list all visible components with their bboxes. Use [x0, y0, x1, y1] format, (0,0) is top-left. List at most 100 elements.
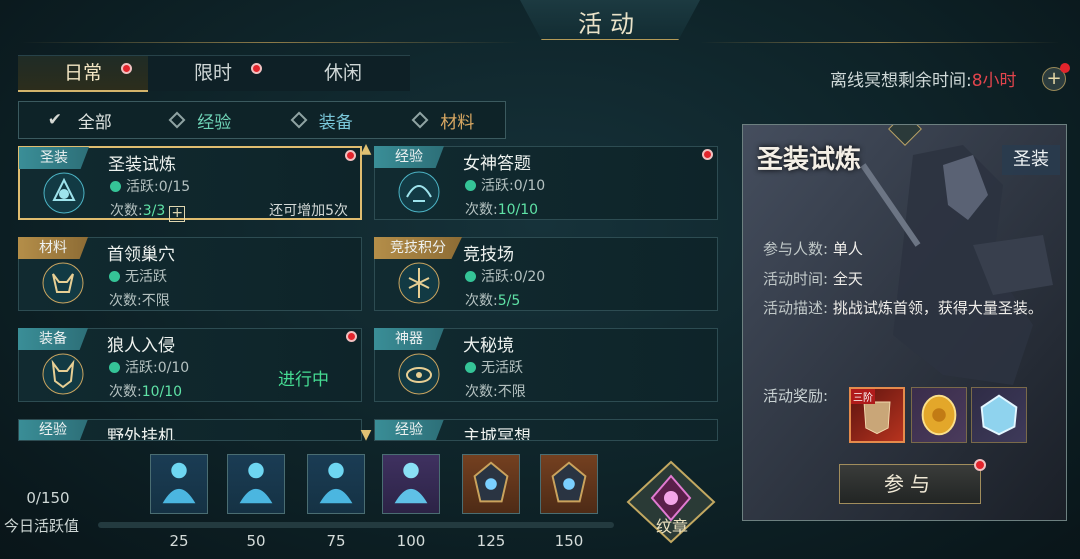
offline-meditation-timer: 离线冥想剩余时间:8小时	[830, 66, 1017, 91]
tab-label: 日常	[63, 62, 102, 84]
tab-limited[interactable]: 限时	[148, 56, 278, 92]
activity-card-city-meditation[interactable]: 经验 主城冥想	[374, 419, 718, 441]
reward-chest-100[interactable]	[382, 454, 440, 514]
activity-name: 圣装试炼	[108, 155, 176, 175]
activity-name: 狼人入侵	[107, 336, 175, 356]
gold-coin-icon	[921, 394, 957, 436]
eye-emblem-icon	[398, 353, 440, 395]
activity-card-field-afk[interactable]: 经验 野外挂机	[18, 419, 362, 441]
filter-material[interactable]: 材料	[384, 102, 506, 138]
activity-name: 首领巢穴	[107, 245, 175, 265]
plus-icon[interactable]: +	[1042, 63, 1070, 91]
activity-card-holy-trial[interactable]: 圣装 圣装试炼 活跃:0/15 次数:3/3 + 还可增加5次	[18, 146, 362, 222]
detail-type-badge: 圣装	[1002, 145, 1060, 175]
activity-times: 次数:5/5	[465, 293, 521, 309]
notification-dot	[1060, 63, 1070, 73]
milestone-label: 125	[476, 532, 506, 550]
join-button[interactable]: 参与	[839, 459, 986, 504]
reward-item-armor[interactable]: 三阶	[849, 387, 905, 443]
milestone-label: 100	[396, 532, 426, 550]
wolf-emblem-icon	[42, 353, 84, 395]
reward-item-gold-coin[interactable]	[911, 387, 967, 443]
filter-all[interactable]: ✔ 全部	[19, 102, 141, 138]
scroll-down-icon[interactable]: ▼	[356, 428, 376, 442]
activity-tag: 材料	[18, 237, 88, 259]
detail-time: 活动时间: 全天	[763, 270, 863, 288]
activity-points: 活跃:0/20	[465, 266, 545, 286]
arena-emblem-icon	[398, 262, 440, 304]
reward-chest-150[interactable]	[540, 454, 598, 514]
activity-dot-icon	[465, 180, 476, 191]
extra-times-note: 还可增加5次	[269, 203, 348, 219]
detail-description: 活动描述: 挑战试炼首领，获得大量圣装。	[763, 299, 1043, 317]
activity-card-werewolf-invasion[interactable]: 装备 狼人入侵 活跃:0/10 次数:10/10 进行中	[18, 328, 362, 402]
reward-chest-25[interactable]	[150, 454, 208, 514]
scroll-up-icon[interactable]: ▲	[356, 142, 376, 156]
tab-label: 休闲	[323, 62, 362, 84]
lion-emblem-icon	[43, 172, 85, 214]
join-button-label: 参与	[884, 472, 936, 496]
detail-reward-label: 活动奖励:	[763, 387, 829, 405]
reward-item-crystal[interactable]	[971, 387, 1027, 443]
filter-equipment[interactable]: 装备	[262, 102, 384, 138]
activity-points-label: 今日活跃值	[4, 517, 80, 535]
activity-times: 次数:不限	[465, 384, 526, 400]
tab-casual[interactable]: 休闲	[278, 56, 408, 92]
activity-tag: 经验	[375, 420, 444, 440]
filter-experience[interactable]: 经验	[141, 102, 263, 138]
activity-detail-panel: 圣装试炼 圣装 参与人数: 单人 活动时间: 全天 活动描述: 挑战试炼首领，获…	[742, 124, 1067, 521]
activity-card-great-rift[interactable]: 神器 大秘境 无活跃 次数:不限	[374, 328, 718, 402]
page-title: 活动	[578, 10, 642, 38]
check-icon: ✔	[47, 110, 62, 130]
notification-dot	[702, 149, 713, 160]
milestone-label: 150	[554, 532, 584, 550]
notification-dot	[121, 63, 132, 74]
activity-points-total: 0/150	[26, 489, 70, 507]
tab-label: 限时	[193, 62, 232, 84]
activity-card-arena[interactable]: 竞技积分 竞技场 活跃:0/20 次数:5/5	[374, 237, 718, 311]
activity-times: 次数:10/10	[109, 384, 183, 400]
reward-chest-75[interactable]	[307, 454, 365, 514]
notification-dot	[345, 150, 356, 161]
demon-emblem-icon	[42, 262, 84, 304]
activity-card-boss-lair[interactable]: 材料 首领巢穴 无活跃 次数:不限	[18, 237, 362, 311]
gem-amulet-icon	[551, 461, 587, 503]
activity-times: 次数:10/10	[465, 202, 539, 218]
knight-artwork	[743, 125, 1066, 520]
milestone-label: 75	[326, 532, 346, 550]
tier-badge: 三阶	[851, 389, 875, 404]
goddess-emblem-icon	[398, 171, 440, 213]
activity-points: 活跃:0/10	[109, 357, 189, 377]
activity-dot-icon	[465, 271, 476, 282]
tab-daily[interactable]: 日常	[18, 56, 148, 92]
filter-label: 经验	[197, 112, 232, 133]
gem-amulet-icon	[473, 461, 509, 503]
title-divider-right	[700, 42, 1060, 43]
activity-card-goddess-quiz[interactable]: 经验 女神答题 活跃:0/10 次数:10/10	[374, 146, 718, 220]
activity-name: 竞技场	[463, 245, 514, 265]
offline-label: 离线冥想剩余时间:	[830, 71, 972, 91]
activity-tag: 神器	[374, 328, 444, 350]
activity-tag: 经验	[19, 420, 88, 440]
add-times-icon[interactable]: +	[169, 206, 186, 222]
activity-times: 次数:不限	[109, 293, 170, 309]
in-progress-status: 进行中	[278, 370, 329, 390]
activity-name: 主城冥想	[463, 427, 531, 441]
filter-label: 材料	[440, 112, 475, 133]
filter-bar: ✔ 全部 经验 装备 材料	[18, 101, 506, 139]
reward-chest-50[interactable]	[227, 454, 285, 514]
activity-name: 大秘境	[463, 336, 514, 356]
milestone-label: 50	[246, 532, 266, 550]
reward-chest-125[interactable]	[462, 454, 520, 514]
activity-tag: 圣装	[19, 147, 89, 169]
activity-name: 女神答题	[463, 154, 531, 174]
notification-dot	[251, 63, 262, 74]
meditation-figure-icon	[162, 462, 196, 504]
activity-tag: 装备	[18, 328, 88, 350]
meditation-figure-icon	[239, 462, 273, 504]
emblem-label: 纹章	[655, 517, 688, 536]
activity-times: 次数:3/3 +	[110, 200, 186, 222]
activity-dot-icon	[109, 362, 120, 373]
detail-title: 圣装试炼	[757, 145, 862, 175]
activity-points: 无活跃	[109, 266, 167, 286]
